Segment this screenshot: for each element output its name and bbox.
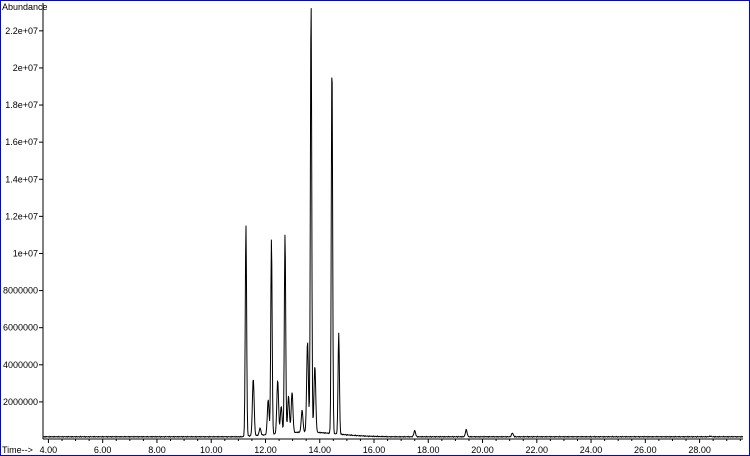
y-tick-label: 1.2e+07: [5, 211, 38, 221]
y-tick-label: 1.6e+07: [5, 137, 38, 147]
y-tick-label: 1e+07: [13, 248, 38, 258]
y-tick-label: 1.4e+07: [5, 174, 38, 184]
chart-frame: 2000000 4000000 6000000 8000000 1e+07 1.2e+07…: [0, 0, 750, 456]
x-axis-title: Time-->: [2, 445, 33, 455]
x-tick-label: 10.00: [200, 445, 223, 455]
series-line: [42, 8, 744, 439]
x-tick-label: 18.00: [417, 445, 440, 455]
x-tick-label: 6.00: [94, 445, 112, 455]
x-tick-label: 24.00: [580, 445, 603, 455]
x-tick-label: 14.00: [308, 445, 331, 455]
y-axis-title: Abundance: [2, 2, 48, 12]
y-tick-label: 2000000: [3, 397, 38, 407]
x-tick-label: 22.00: [526, 445, 549, 455]
axes: [42, 3, 743, 440]
y-tick-label: 6000000: [3, 323, 38, 333]
x-tick-label: 28.00: [688, 445, 711, 455]
x-tick-label: 4.00: [40, 445, 58, 455]
y-tick-label: 1.8e+07: [5, 100, 38, 110]
x-tick-label: 12.00: [254, 445, 277, 455]
x-tick-label: 16.00: [363, 445, 386, 455]
y-tick-label: 2.2e+07: [5, 26, 38, 36]
x-tick-label: 26.00: [634, 445, 657, 455]
x-ticks: 4.00 6.00 8.00 10.00 12.00 14.00 16.00 18.00 20.…: [40, 439, 741, 455]
chromatogram-chart: 2000000 4000000 6000000 8000000 1e+07 1.2e+07…: [2, 2, 744, 455]
y-tick-label: 4000000: [3, 360, 38, 370]
x-tick-label: 20.00: [471, 445, 494, 455]
y-tick-label: 8000000: [3, 286, 38, 296]
y-tick-label: 2e+07: [13, 63, 38, 73]
x-tick-label: 8.00: [148, 445, 166, 455]
y-ticks: 2000000 4000000 6000000 8000000 1e+07 1.2e+07…: [3, 26, 43, 407]
